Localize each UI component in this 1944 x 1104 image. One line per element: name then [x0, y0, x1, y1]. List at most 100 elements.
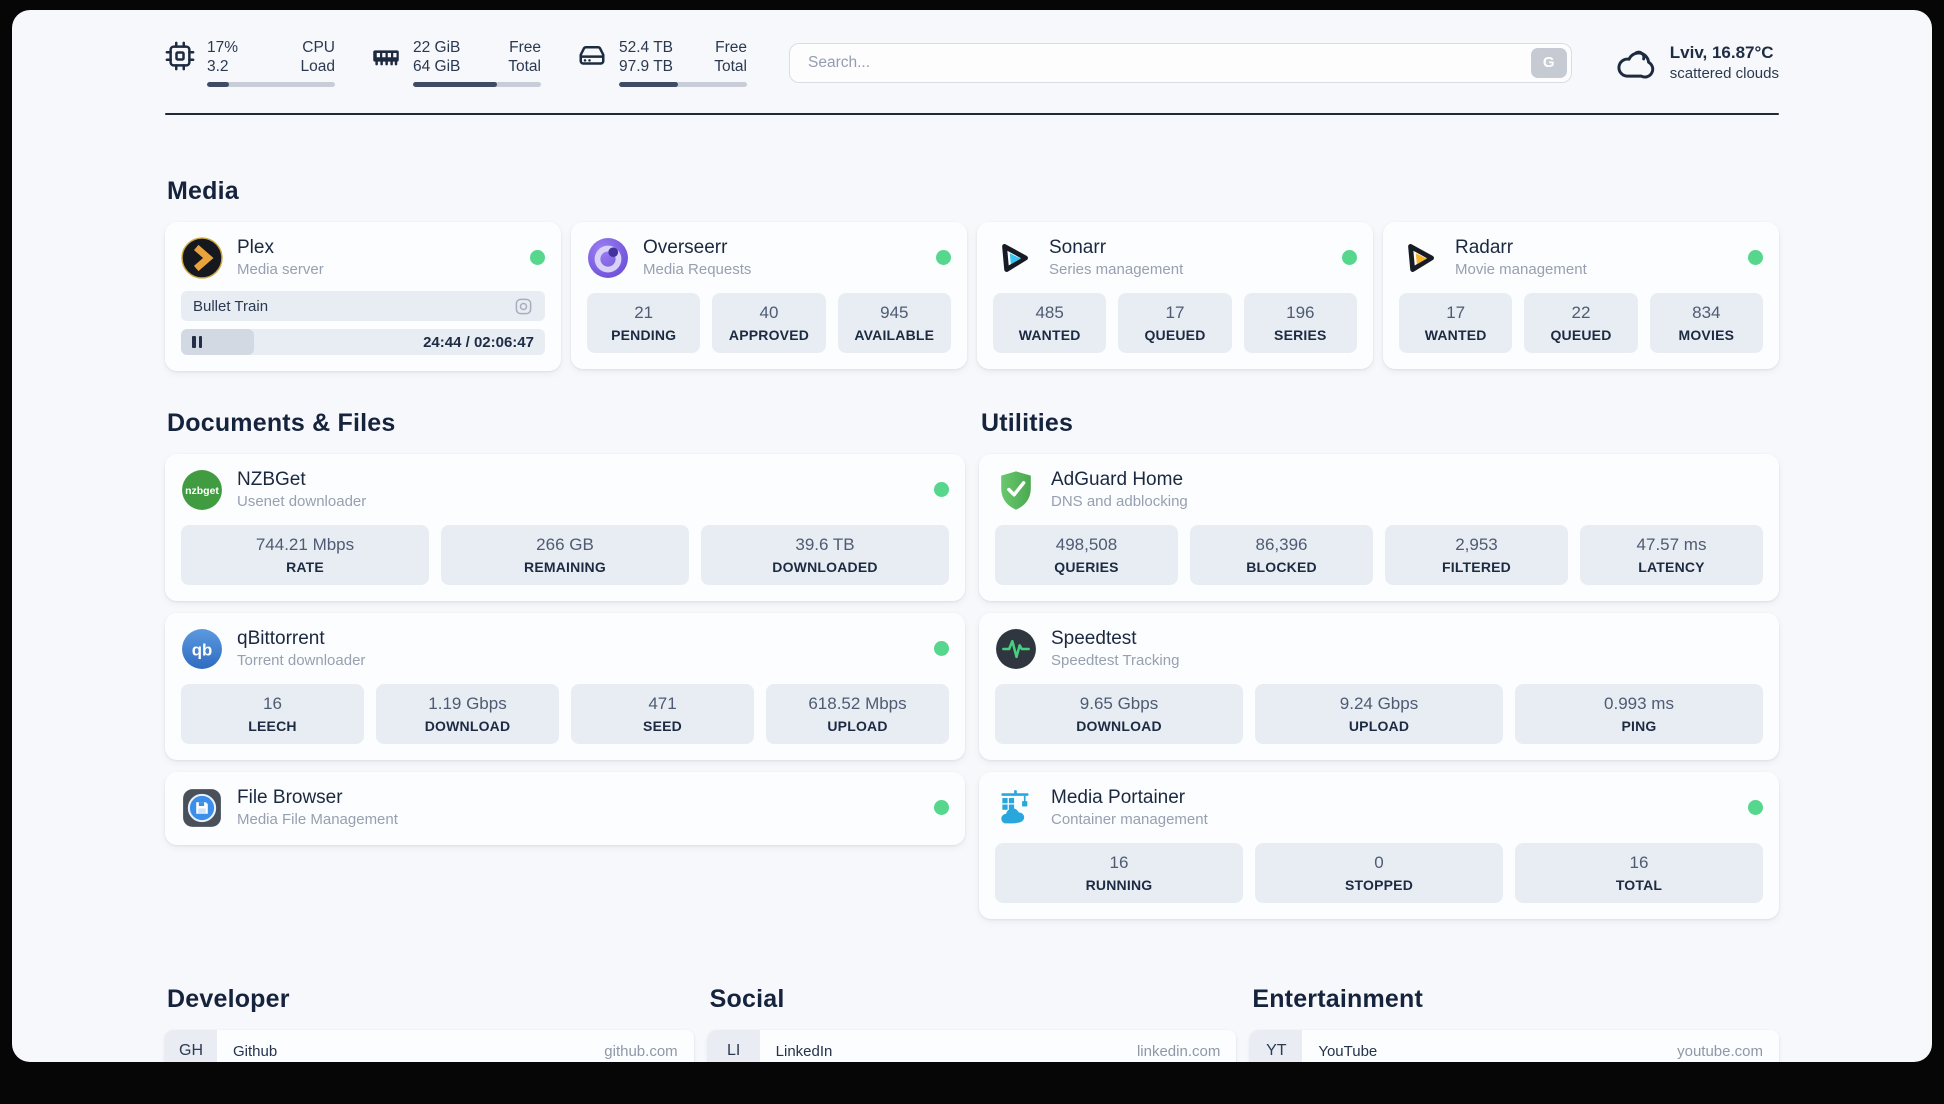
section-title-documents: Documents & Files	[167, 409, 396, 437]
bookmark-name: YouTube	[1318, 1042, 1378, 1060]
section-title-entertainment: Entertainment	[1252, 985, 1424, 1013]
app-card-radarr[interactable]: Radarr Movie management 17 WANTED 22 QUEUE…	[1383, 222, 1779, 369]
svg-text:nzbget: nzbget	[185, 485, 219, 497]
cloud-icon	[1617, 50, 1654, 78]
system-stats: 17% CPU 3.2 Load 22 GiB Free 64 GiB Total	[165, 38, 747, 87]
speedtest-icon	[996, 628, 1036, 669]
app-description: Series management	[1049, 261, 1184, 278]
bookmark-url: youtube.com	[1677, 1042, 1763, 1060]
ram-icon	[373, 50, 399, 66]
app-name: NZBGet	[237, 469, 306, 490]
search-engine-button[interactable]: G	[1530, 47, 1567, 78]
bookmark-linkedin[interactable]: LI LinkedIn linkedin.com	[707, 1030, 1237, 1062]
stat-box: 9.24 Gbps UPLOAD	[1255, 684, 1503, 744]
stat-box: 47.57 ms LATENCY	[1580, 525, 1763, 585]
system-stat-cpu: 17% CPU 3.2 Load	[165, 38, 335, 87]
stat-box: 86,396 BLOCKED	[1190, 525, 1373, 585]
section-title-developer: Developer	[167, 985, 290, 1013]
app-stats: 9.65 Gbps DOWNLOAD 9.24 Gbps UPLOAD 0.993 …	[995, 684, 1763, 744]
search-input[interactable]	[789, 42, 1572, 83]
nzbget-icon: nzbget	[182, 469, 222, 510]
app-description: Media server	[237, 261, 324, 278]
app-description: Torrent downloader	[237, 652, 366, 669]
ram-progress-fill	[413, 82, 498, 87]
stat-box: 945 AVAILABLE	[837, 293, 951, 353]
status-dot	[1748, 250, 1763, 265]
app-name: File Browser	[237, 787, 343, 808]
cpu-label: CPU	[302, 39, 335, 56]
app-description: Media File Management	[237, 811, 398, 828]
stat-box: 17 QUEUED	[1118, 293, 1232, 353]
app-name: Plex	[237, 237, 274, 258]
cpu-progress-fill	[207, 82, 229, 87]
bookmark-url: github.com	[604, 1042, 678, 1060]
disk-value: 52.4 TB	[619, 39, 674, 56]
status-dot	[934, 641, 949, 656]
section-title-utilities: Utilities	[981, 409, 1074, 437]
radarr-icon	[1408, 243, 1434, 272]
player-progress-bar[interactable]: 24:44 / 02:06:47	[181, 329, 545, 355]
app-card-filebrowser[interactable]: File Browser Media File Management	[165, 772, 965, 845]
stat-box: 16 LEECH	[181, 684, 364, 744]
stat-box: 744.21 Mbps RATE	[181, 525, 429, 585]
adguard-icon	[1001, 470, 1031, 510]
app-stats: 17 WANTED 22 QUEUED 834 MOVIES	[1399, 293, 1763, 353]
stat-box: 17 WANTED	[1399, 293, 1513, 353]
plex-now-playing: Bullet Train 24:44 / 02:06:47	[181, 291, 545, 355]
app-description: Movie management	[1455, 261, 1587, 278]
stat-box: 618.52 Mbps UPLOAD	[766, 684, 949, 744]
now-playing-title: Bullet Train	[193, 297, 269, 315]
section-title-social: Social	[709, 985, 785, 1013]
status-dot	[934, 800, 949, 815]
bookmark-name: Github	[233, 1042, 278, 1060]
stat-box: 16 TOTAL	[1515, 843, 1763, 903]
stat-box: 21 PENDING	[587, 293, 701, 353]
weather-location-temp: Lviv, 16.87°C	[1669, 43, 1774, 62]
app-card-nzbget[interactable]: nzbget NZBGet Usenet downloader 744.21 M…	[165, 454, 965, 601]
bookmark-abbr: LI	[707, 1030, 760, 1062]
stat-box: 0 STOPPED	[1255, 843, 1503, 903]
pause-icon[interactable]	[192, 336, 202, 348]
section-title-media: Media	[167, 177, 239, 205]
portainer-icon	[1001, 789, 1029, 823]
bookmark-abbr: YT	[1250, 1030, 1303, 1062]
weather-widget: Lviv, 16.87°C scattered clouds	[1610, 42, 1779, 83]
app-card-qbittorrent[interactable]: qb qBittorrent Torrent downloader 16 LEEC…	[165, 613, 965, 760]
app-name: Overseerr	[643, 237, 728, 258]
disk-label: Free	[715, 39, 747, 56]
app-stats: 485 WANTED 17 QUEUED 196 SERIES	[993, 293, 1357, 353]
app-stats: 16 LEECH 1.19 Gbps DOWNLOAD 471 SEED 618.52…	[181, 684, 949, 744]
player-time: 24:44 / 02:06:47	[423, 333, 534, 351]
app-card-adguard[interactable]: AdGuard Home DNS and adblocking 498,508 Q…	[979, 454, 1779, 601]
stat-box: 196 SERIES	[1243, 293, 1357, 353]
disk-progress-fill	[619, 82, 678, 87]
bookmark-github[interactable]: GH Github github.com	[165, 1030, 694, 1062]
stat-box: 0.993 ms PING	[1515, 684, 1763, 744]
app-card-portainer[interactable]: Media Portainer Container management 16 R…	[979, 772, 1779, 919]
status-dot	[1748, 800, 1763, 815]
stat-box: 834 MOVIES	[1649, 293, 1763, 353]
ram-value: 22 GiB	[413, 39, 461, 56]
ram-label: Free	[509, 39, 541, 56]
app-card-sonarr[interactable]: Sonarr Series management 485 WANTED 17 QUE…	[977, 222, 1373, 369]
cpu-icon	[165, 41, 195, 71]
bookmark-youtube[interactable]: YT YouTube youtube.com	[1250, 1030, 1779, 1062]
screen-icon[interactable]	[514, 297, 533, 316]
app-stats: 498,508 QUERIES 86,396 BLOCKED 2,953 FILTER…	[995, 525, 1763, 585]
status-dot	[530, 250, 545, 265]
status-dot	[934, 482, 949, 497]
weather-condition: scattered clouds	[1669, 65, 1779, 82]
search-bar: G	[789, 42, 1572, 83]
stat-box: 39.6 TB DOWNLOADED	[701, 525, 949, 585]
stat-box: 1.19 Gbps DOWNLOAD	[376, 684, 559, 744]
filebrowser-icon	[183, 788, 221, 827]
overseerr-icon	[588, 237, 628, 278]
cpu-label2: Load	[300, 58, 335, 75]
app-card-overseerr[interactable]: Overseerr Media Requests 21 PENDING 40 APP…	[571, 222, 967, 369]
sonarr-icon	[1002, 243, 1028, 272]
stat-box: 266 GB REMAINING	[441, 525, 689, 585]
bookmark-name: LinkedIn	[775, 1042, 833, 1060]
app-card-speedtest[interactable]: Speedtest Speedtest Tracking 9.65 Gbps DO…	[979, 613, 1779, 760]
ram-progress-track	[413, 82, 541, 87]
app-card-plex[interactable]: Plex Media server Bullet Train 24:44 / 0…	[165, 222, 561, 371]
